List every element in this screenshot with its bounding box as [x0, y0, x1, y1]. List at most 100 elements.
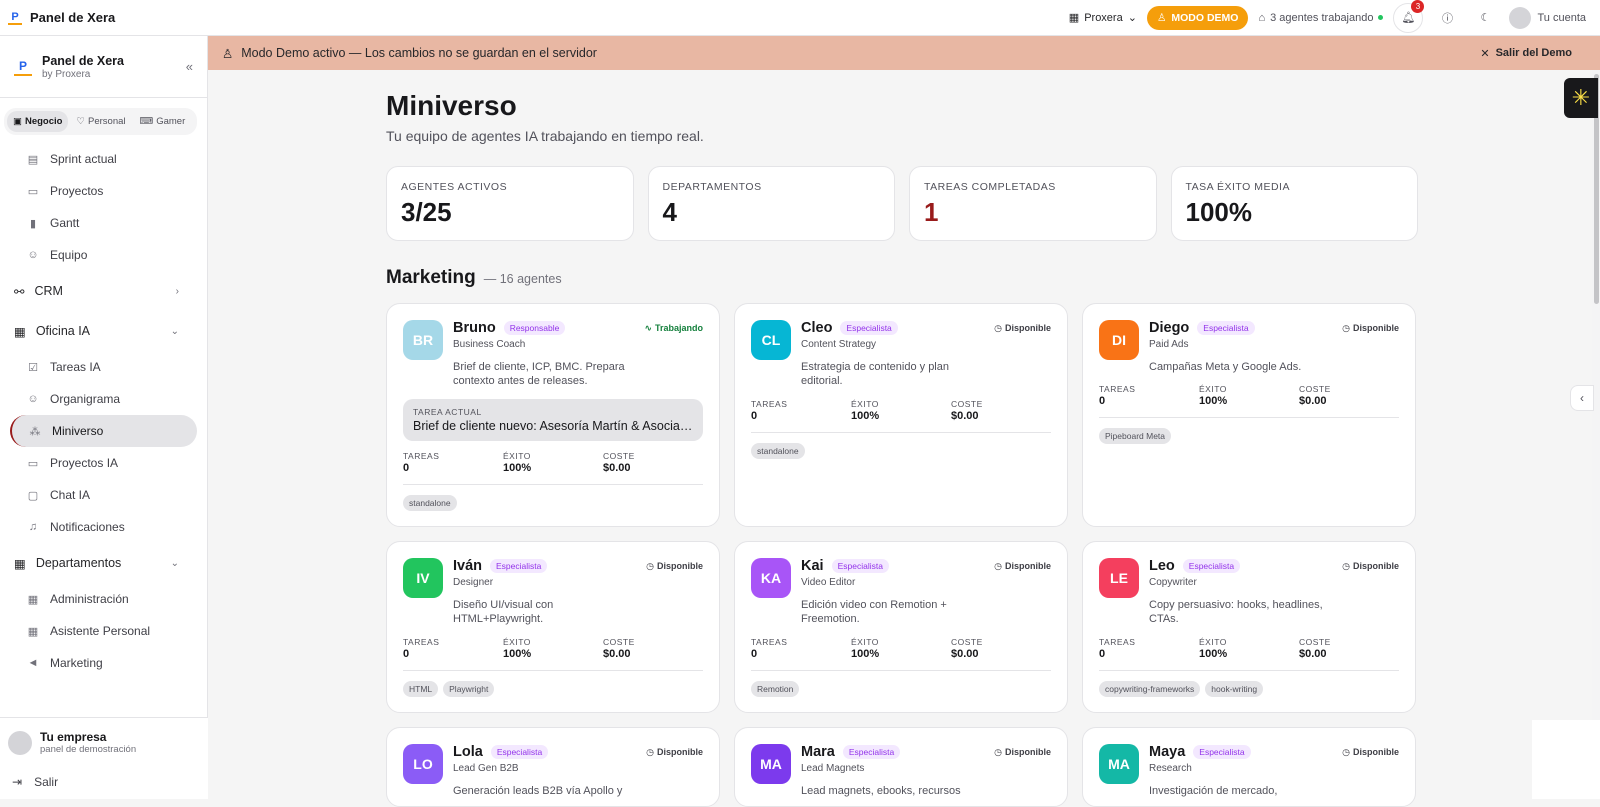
- metric-value: 0: [751, 647, 758, 660]
- sidebar-item-sprint[interactable]: ▤ Sprint actual: [10, 143, 197, 175]
- role-badge: Especialista: [831, 559, 889, 573]
- demo-mode-label: MODO DEMO: [1171, 11, 1239, 24]
- sidebar-item-asistente-personal[interactable]: ▦ Asistente Personal: [10, 615, 197, 647]
- clock-icon: ◷: [994, 560, 1002, 571]
- tag: Playwright: [443, 680, 495, 697]
- sidebar-item-notificaciones[interactable]: ♫ Notificaciones: [10, 511, 197, 543]
- sidebar-item-label: Proyectos: [50, 184, 104, 198]
- metric-value: 0: [1099, 395, 1106, 408]
- company-info[interactable]: Tu empresa panel de demostración: [0, 718, 208, 761]
- sidebar-item-gantt[interactable]: ▮ Gantt: [10, 207, 197, 239]
- sidebar-item-equipo[interactable]: ☺ Equipo: [10, 239, 197, 271]
- agent-info: Iván Especialista ◷ Disponible Designer Diseñ…: [453, 558, 703, 627]
- sidebar-item-label: Miniverso: [52, 424, 104, 438]
- agent-card-header: MA Mara Especialista ◷ Disponible Lead Magnet…: [751, 744, 1051, 798]
- agent-avatar: BR: [403, 320, 443, 360]
- sidebar-item-marketing[interactable]: ◄ Marketing: [10, 647, 197, 679]
- metric-label: COSTE: [603, 636, 635, 647]
- sidebar-item-tareas-ia[interactable]: ☑ Tareas IA: [10, 351, 197, 383]
- metric-label: ÉXITO: [1199, 384, 1227, 395]
- metric-tasks: TAREAS 0: [751, 399, 851, 422]
- clock-icon: ◷: [994, 746, 1002, 757]
- agent-grid: BR Bruno Responsable ∿ Trabajando Business Co…: [386, 303, 1418, 807]
- clock-icon: ◷: [1342, 560, 1350, 571]
- status-badge: ◷ Disponible: [1342, 323, 1399, 334]
- chevron-down-icon: ⌄: [170, 557, 179, 569]
- agent-description: Diseño UI/visual con HTML+Playwright.: [453, 599, 554, 626]
- account-menu[interactable]: Tu cuenta: [1509, 6, 1586, 29]
- agent-card[interactable]: LE Leo Especialista ◷ Disponible Copywriter Co…: [1082, 541, 1416, 713]
- building-icon: ▦: [14, 324, 26, 339]
- sidebar-item-label: Notificaciones: [50, 520, 125, 534]
- sidebar-item-organigrama[interactable]: ☺ Organigrama: [10, 383, 197, 415]
- bell-icon: ♫: [28, 521, 38, 533]
- tag: copywriting-frameworks: [1099, 680, 1201, 697]
- agent-card[interactable]: MA Maya Especialista ◷ Disponible Research Inv…: [1082, 727, 1416, 807]
- link-icon: ⚯: [14, 284, 25, 299]
- demo-banner-text: Modo Demo activo — Los cambios no se gua…: [241, 46, 597, 60]
- agent-name-row: Leo Especialista ◷ Disponible: [1149, 558, 1399, 574]
- metric-label: COSTE: [603, 450, 635, 461]
- agent-card[interactable]: MA Mara Especialista ◷ Disponible Lead Magnet…: [734, 727, 1068, 807]
- logout-label: Salir: [34, 775, 59, 789]
- agent-card[interactable]: IV Iván Especialista ◷ Disponible Designer Dis…: [386, 541, 720, 713]
- metric-tasks: TAREAS 0: [403, 637, 503, 660]
- avatar: [1509, 6, 1532, 29]
- sidebar-item-proyectos[interactable]: ▭ Proyectos: [10, 175, 197, 207]
- theme-toggle-button[interactable]: ☾: [1471, 4, 1499, 32]
- sidebar-group-oficina[interactable]: ▦ Oficina IA ⌄: [10, 311, 197, 351]
- agent-tags: standalone: [751, 442, 1051, 459]
- sidebar-item-chat-ia[interactable]: ▢ Chat IA: [10, 479, 197, 511]
- sidebar-group-departamentos[interactable]: ▦ Departamentos ⌄: [10, 543, 197, 583]
- mode-tab-gamer[interactable]: ⌨ Gamer: [134, 111, 192, 132]
- status-label: Disponible: [656, 561, 703, 571]
- expand-panel-button[interactable]: ‹: [1570, 385, 1594, 411]
- sidebar-item-label: Tareas IA: [50, 360, 101, 374]
- app-brand[interactable]: P Panel de Xera: [0, 10, 115, 25]
- agent-description: Generación leads B2B vía Apollo y: [453, 785, 623, 797]
- status-badge: ◷ Disponible: [646, 561, 703, 572]
- metric-cost: COSTE $0.00: [951, 399, 1051, 422]
- metric-cost: COSTE $0.00: [1299, 637, 1399, 660]
- demo-mode-button[interactable]: ♙ MODO DEMO: [1146, 5, 1249, 30]
- sidebar-item-label: Administración: [50, 592, 129, 606]
- clock-icon: ◷: [1342, 746, 1350, 757]
- sidebar-subtitle: by Proxera: [42, 68, 91, 80]
- sidebar-item-miniverso[interactable]: ⁂ Miniverso: [10, 415, 197, 447]
- org-switcher[interactable]: ▦ Proxera ⌄: [1068, 11, 1137, 25]
- sidebar-item-label: Gantt: [50, 216, 80, 230]
- metric-label: TAREAS: [751, 398, 788, 409]
- help-button[interactable]: ⓘ: [1433, 4, 1461, 32]
- agent-avatar: CL: [751, 320, 791, 360]
- stat-label: TAREAS COMPLETADAS: [924, 181, 1056, 193]
- calendar-icon: ▤: [27, 153, 39, 166]
- mode-tab-personal[interactable]: ♡ Personal: [70, 111, 131, 132]
- exit-demo-button[interactable]: ✕ Salir del Demo: [1480, 47, 1572, 60]
- agent-card[interactable]: LO Lola Especialista ◷ Disponible Lead Gen B2…: [386, 727, 720, 807]
- agent-card[interactable]: BR Bruno Responsable ∿ Trabajando Business Co…: [386, 303, 720, 527]
- agent-card[interactable]: CL Cleo Especialista ◷ Disponible Content Str…: [734, 303, 1068, 527]
- agent-name-row: Bruno Responsable ∿ Trabajando: [453, 320, 703, 336]
- briefcase-icon: ▣: [13, 116, 22, 127]
- sidebar-group-label: CRM: [34, 284, 63, 298]
- sidebar-item-proyectos-ia[interactable]: ▭ Proyectos IA: [10, 447, 197, 479]
- agent-description: Edición video con Remotion + Freemotion.: [801, 599, 947, 626]
- agent-title: Paid Ads: [1149, 339, 1189, 350]
- mode-tabs: ▣ Negocio ♡ Personal ⌨ Gamer: [4, 108, 197, 135]
- logout-button[interactable]: ⇥ Salir: [0, 761, 208, 799]
- agent-name: Lola: [453, 744, 483, 760]
- sidebar-item-administracion[interactable]: ▦ Administración: [10, 583, 197, 615]
- mode-tab-negocio[interactable]: ▣ Negocio: [7, 111, 69, 132]
- tag: HTML: [403, 680, 439, 697]
- floating-panel: [1532, 720, 1600, 799]
- agent-card[interactable]: DI Diego Especialista ◷ Disponible Paid Ads Ca…: [1082, 303, 1416, 527]
- status-label: Disponible: [1352, 561, 1399, 571]
- agent-card-header: BR Bruno Responsable ∿ Trabajando Business Co…: [403, 320, 703, 389]
- building-icon: ▦: [1068, 12, 1080, 24]
- tag: standalone: [403, 494, 457, 511]
- collapse-sidebar-icon[interactable]: «: [186, 59, 193, 74]
- notifications-button[interactable]: 🔔︎ 3: [1393, 0, 1425, 33]
- agent-card[interactable]: KA Kai Especialista ◷ Disponible Video Editor…: [734, 541, 1068, 713]
- sun-icon[interactable]: ✳: [1564, 78, 1598, 118]
- sidebar-group-crm[interactable]: ⚯ CRM ›: [10, 271, 197, 311]
